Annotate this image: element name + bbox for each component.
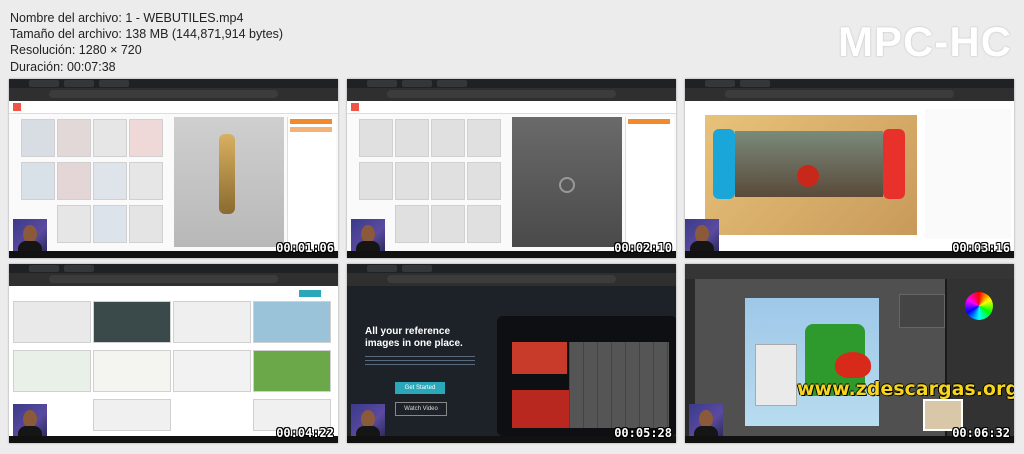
timestamp: 00:06:32 [952,426,1010,440]
thumbnail-4[interactable]: 00:04:22 [9,264,338,443]
get-started-button[interactable]: Get Started [395,382,445,394]
webcam-overlay [13,219,47,255]
file-duration: Duración: 00:07:38 [10,59,116,74]
timestamp: 00:01:06 [276,241,334,255]
thumbnail-3[interactable]: 00:03:16 [685,79,1014,258]
thumbnail-5[interactable]: All your reference images in one place. … [347,264,676,443]
browser-chrome [347,264,676,286]
mpc-hc-logo: MPC-HC [838,18,1012,65]
webcam-overlay [689,404,723,440]
file-resolution: Resolución: 1280 × 720 [10,43,142,58]
file-info: Nombre del archivo: 1 - WEBUTILES.mp4 Ta… [10,10,283,75]
webcam-overlay [685,219,719,255]
browser-chrome [685,79,1014,101]
timestamp: 00:04:22 [276,426,334,440]
webcam-overlay [351,404,385,440]
thumbnail-2[interactable]: 00:02:10 [347,79,676,258]
file-size: Tamaño del archivo: 138 MB (144,871,914 … [10,27,284,42]
webcam-overlay [13,404,47,440]
thumbnail-6[interactable]: www.zdescargas.org 00:06:32 [685,264,1014,443]
timestamp: 00:05:28 [614,426,672,440]
browser-chrome [347,79,676,101]
hero-headline: All your reference images in one place. [365,326,463,349]
webcam-overlay [351,219,385,255]
timestamp: 00:03:16 [952,241,1010,255]
browser-chrome [9,79,338,101]
watermark-text: www.zdescargas.org [797,378,1014,400]
thumbnail-1[interactable]: 00:01:06 [9,79,338,258]
file-name: Nombre del archivo: 1 - WEBUTILES.mp4 [10,11,244,25]
timestamp: 00:02:10 [614,241,672,255]
watch-video-button[interactable]: Watch Video [395,402,447,416]
browser-chrome [9,264,338,286]
